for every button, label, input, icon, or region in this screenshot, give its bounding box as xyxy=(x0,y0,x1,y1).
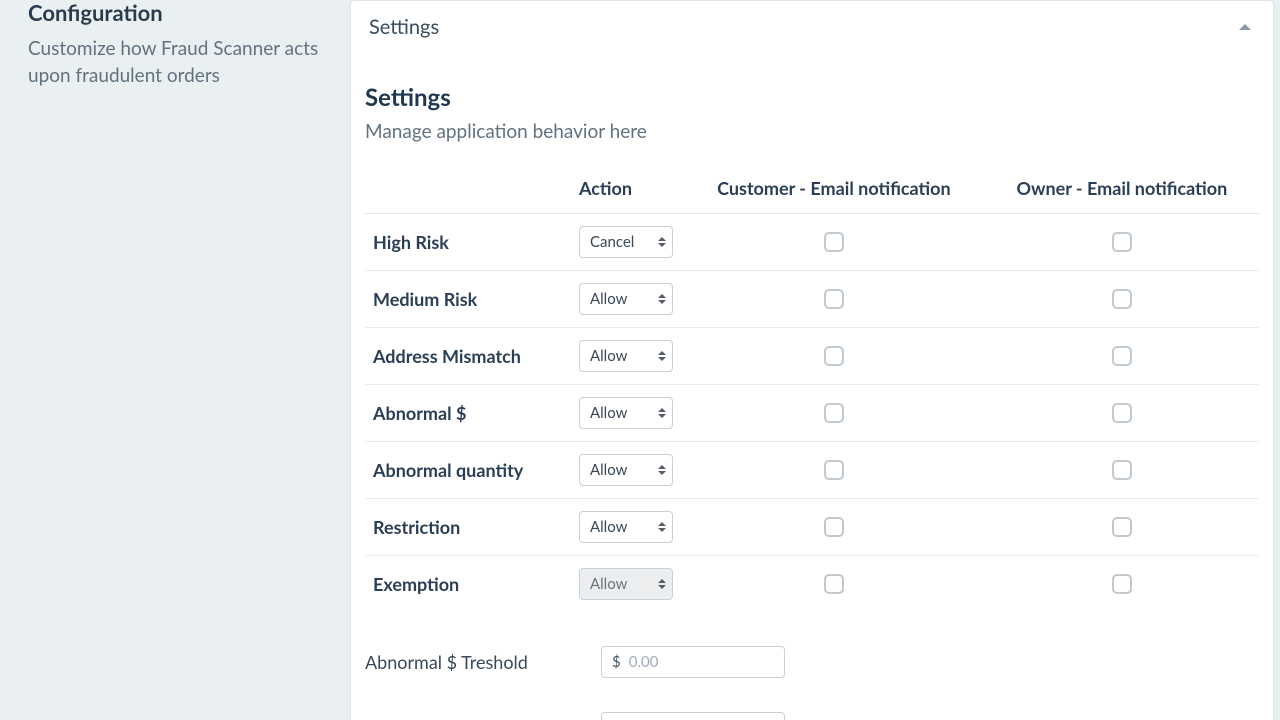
action-select-value: Allow xyxy=(590,347,627,365)
action-select-value: Allow xyxy=(590,290,627,308)
customer-notify-checkbox[interactable] xyxy=(824,517,844,537)
select-arrows-icon xyxy=(658,237,666,247)
action-select[interactable]: Allow xyxy=(579,397,673,429)
action-select[interactable]: Allow xyxy=(579,454,673,486)
select-arrows-icon xyxy=(658,351,666,361)
action-select[interactable]: Allow xyxy=(579,568,673,600)
rule-label: Abnormal $ xyxy=(373,402,466,424)
sidebar: Configuration Customize how Fraud Scanne… xyxy=(0,0,350,720)
chevron-up-icon[interactable] xyxy=(1239,24,1251,30)
customer-notify-checkbox[interactable] xyxy=(824,232,844,252)
action-select[interactable]: Allow xyxy=(579,511,673,543)
threshold-amount-label: Abnormal $ Treshold xyxy=(365,646,581,675)
table-row: Exemption Allow xyxy=(365,556,1259,613)
rules-table: Action Customer - Email notification Own… xyxy=(365,167,1259,612)
col-header-customer-notify: Customer - Email notification xyxy=(683,167,985,214)
table-row: High Risk Cancel xyxy=(365,214,1259,271)
threshold-qty-row: Abnormal Item Quantity Treshold eg. 500 xyxy=(365,712,1259,720)
col-header-owner-notify: Owner - Email notification xyxy=(985,167,1259,214)
select-arrows-icon xyxy=(658,294,666,304)
table-row: Address Mismatch Allow xyxy=(365,328,1259,385)
action-select-value: Allow xyxy=(590,518,627,536)
owner-notify-checkbox[interactable] xyxy=(1112,289,1132,309)
owner-notify-checkbox[interactable] xyxy=(1112,232,1132,252)
rule-label: Medium Risk xyxy=(373,288,477,310)
action-select-value: Allow xyxy=(590,404,627,422)
table-row: Medium Risk Allow xyxy=(365,271,1259,328)
select-arrows-icon xyxy=(658,465,666,475)
rule-label: Exemption xyxy=(373,573,459,595)
select-arrows-icon xyxy=(658,408,666,418)
currency-prefix: $ xyxy=(612,653,621,671)
main-content: Settings Settings Manage application beh… xyxy=(350,0,1280,720)
owner-notify-checkbox[interactable] xyxy=(1112,517,1132,537)
customer-notify-checkbox[interactable] xyxy=(824,460,844,480)
action-select-value: Cancel xyxy=(590,233,634,251)
settings-panel: Settings Settings Manage application beh… xyxy=(350,0,1274,720)
select-arrows-icon xyxy=(658,522,666,532)
panel-header-title: Settings xyxy=(369,15,439,39)
threshold-qty-input[interactable]: eg. 500 xyxy=(601,712,785,720)
table-row: Abnormal quantity Allow xyxy=(365,442,1259,499)
action-select-value: Allow xyxy=(590,461,627,479)
action-select[interactable]: Cancel xyxy=(579,226,673,258)
rule-label: High Risk xyxy=(373,231,449,253)
section-title: Settings xyxy=(365,83,1259,112)
panel-header[interactable]: Settings xyxy=(351,1,1273,53)
customer-notify-checkbox[interactable] xyxy=(824,403,844,423)
customer-notify-checkbox[interactable] xyxy=(824,574,844,594)
action-select[interactable]: Allow xyxy=(579,283,673,315)
config-title: Configuration xyxy=(28,0,322,26)
config-description: Customize how Fraud Scanner acts upon fr… xyxy=(28,36,322,89)
table-row: Abnormal $ Allow xyxy=(365,385,1259,442)
rule-label: Abnormal quantity xyxy=(373,459,523,481)
owner-notify-checkbox[interactable] xyxy=(1112,403,1132,423)
section-subtitle: Manage application behavior here xyxy=(365,120,1259,143)
table-row: Restriction Allow xyxy=(365,499,1259,556)
action-select[interactable]: Allow xyxy=(579,340,673,372)
col-header-action: Action xyxy=(571,167,683,214)
customer-notify-checkbox[interactable] xyxy=(824,289,844,309)
action-select-value: Allow xyxy=(590,575,627,593)
panel-body: Settings Manage application behavior her… xyxy=(351,53,1273,720)
rule-label: Address Mismatch xyxy=(373,345,521,367)
threshold-qty-label: Abnormal Item Quantity Treshold xyxy=(365,712,581,720)
owner-notify-checkbox[interactable] xyxy=(1112,574,1132,594)
customer-notify-checkbox[interactable] xyxy=(824,346,844,366)
owner-notify-checkbox[interactable] xyxy=(1112,460,1132,480)
threshold-amount-row: Abnormal $ Treshold $ 0.00 xyxy=(365,646,1259,678)
threshold-amount-placeholder: 0.00 xyxy=(629,653,659,671)
threshold-amount-input[interactable]: $ 0.00 xyxy=(601,646,785,678)
owner-notify-checkbox[interactable] xyxy=(1112,346,1132,366)
rule-label: Restriction xyxy=(373,516,460,538)
select-arrows-icon xyxy=(658,579,666,589)
